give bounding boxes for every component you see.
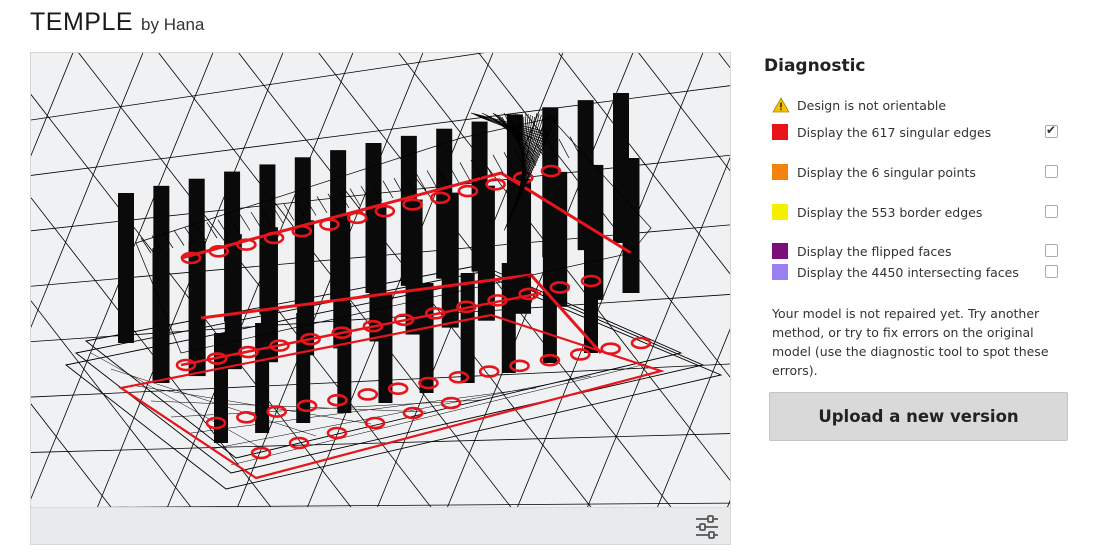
option-label: Display the 4450 intersecting faces xyxy=(797,264,1019,280)
option-label: Display the 553 border edges xyxy=(797,204,983,220)
singular-edges-checkbox[interactable] xyxy=(1045,123,1058,138)
upload-new-version-button[interactable]: Upload a new version xyxy=(769,392,1068,441)
option-label: Display the 617 singular edges xyxy=(797,124,992,140)
model-viewer[interactable] xyxy=(30,52,731,545)
warning-icon xyxy=(772,97,790,113)
page-title: TEMPLE by Hana xyxy=(30,8,204,42)
option-border-edges[interactable]: Display the 553 border edges xyxy=(772,202,1068,222)
option-singular-edges[interactable]: Display the 617 singular edges xyxy=(772,122,1068,142)
border-edges-checkbox[interactable] xyxy=(1045,205,1058,218)
option-label: Display the 6 singular points xyxy=(797,164,976,180)
model-columns xyxy=(118,93,640,443)
border-edges-swatch xyxy=(772,204,788,220)
repair-note: Your model is not repaired yet. Try anot… xyxy=(772,306,1049,378)
model-author: by Hana xyxy=(141,15,205,34)
option-singular-points[interactable]: Display the 6 singular points xyxy=(772,162,1068,182)
diagnostic-heading: Diagnostic xyxy=(764,56,866,76)
viewer-toolbar xyxy=(31,507,730,544)
flipped-faces-checkbox[interactable] xyxy=(1045,244,1058,257)
warning-row: Design is not orientable xyxy=(772,95,1068,115)
intersecting-faces-swatch xyxy=(772,264,788,280)
option-flipped-faces[interactable]: Display the flipped faces xyxy=(772,241,1068,261)
diagnostic-panel: Diagnostic xyxy=(764,52,1074,94)
singular-points-checkbox[interactable] xyxy=(1045,165,1058,178)
sliders-icon[interactable] xyxy=(694,514,720,540)
model-name: TEMPLE xyxy=(30,8,134,36)
option-intersecting-faces[interactable]: Display the 4450 intersecting faces xyxy=(772,262,1068,282)
model-render[interactable] xyxy=(31,53,731,509)
flipped-faces-swatch xyxy=(772,243,788,259)
intersecting-faces-checkbox[interactable] xyxy=(1045,265,1058,278)
singular-points-swatch xyxy=(772,164,788,180)
singular-edges-swatch xyxy=(772,124,788,140)
warning-text: Design is not orientable xyxy=(797,97,947,113)
option-label: Display the flipped faces xyxy=(797,243,952,259)
